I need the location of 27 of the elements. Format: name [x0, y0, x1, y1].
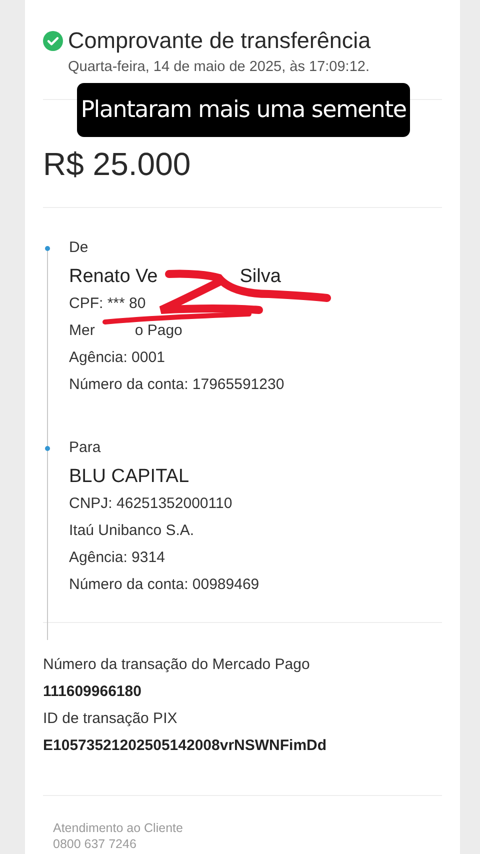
transaction-value: E10573521202505142008vrNSWNFimDd: [43, 736, 328, 756]
party-label: Para: [69, 438, 102, 458]
check-icon: [43, 31, 63, 51]
party-name: BLU CAPITAL: [69, 466, 190, 487]
receipt-title: Comprovante de transferência: [68, 28, 371, 54]
party-detail: Mer: [69, 322, 95, 339]
timeline-dot-icon: [45, 246, 50, 251]
amount: R$ 25.000: [43, 146, 192, 183]
party-detail: Número da conta: 17965591230: [69, 376, 284, 393]
support-label: Atendimento ao Cliente: [53, 820, 184, 836]
party-name: Renato Ve: [69, 266, 158, 287]
party-detail: CNPJ: 46251352000110: [69, 495, 232, 512]
caption-overlay: Plantaram mais uma semente: [77, 83, 410, 137]
party-detail: Agência: 9314: [69, 549, 165, 566]
transfer-date: Quarta-feira, 14 de maio de 2025, às 17:09:12.: [68, 59, 370, 75]
party-detail: CPF: *** 80: [69, 295, 146, 312]
party-detail: Número da conta: 00989469: [69, 576, 260, 593]
transaction-value: 111609966180: [43, 682, 142, 702]
transaction-label: Número da transação do Mercado Pago: [43, 655, 311, 675]
support-phone: 0800 637 7246: [53, 836, 138, 852]
party-detail: o Pago: [134, 322, 182, 339]
party-name: Silva: [240, 266, 281, 287]
party-label: De: [69, 238, 90, 258]
timeline-dot-icon: [45, 446, 50, 451]
party-detail: Agência: 0001: [69, 349, 165, 366]
transaction-label: ID de transação PIX: [43, 709, 178, 729]
party-detail: Itaú Unibanco S.A.: [69, 522, 194, 539]
